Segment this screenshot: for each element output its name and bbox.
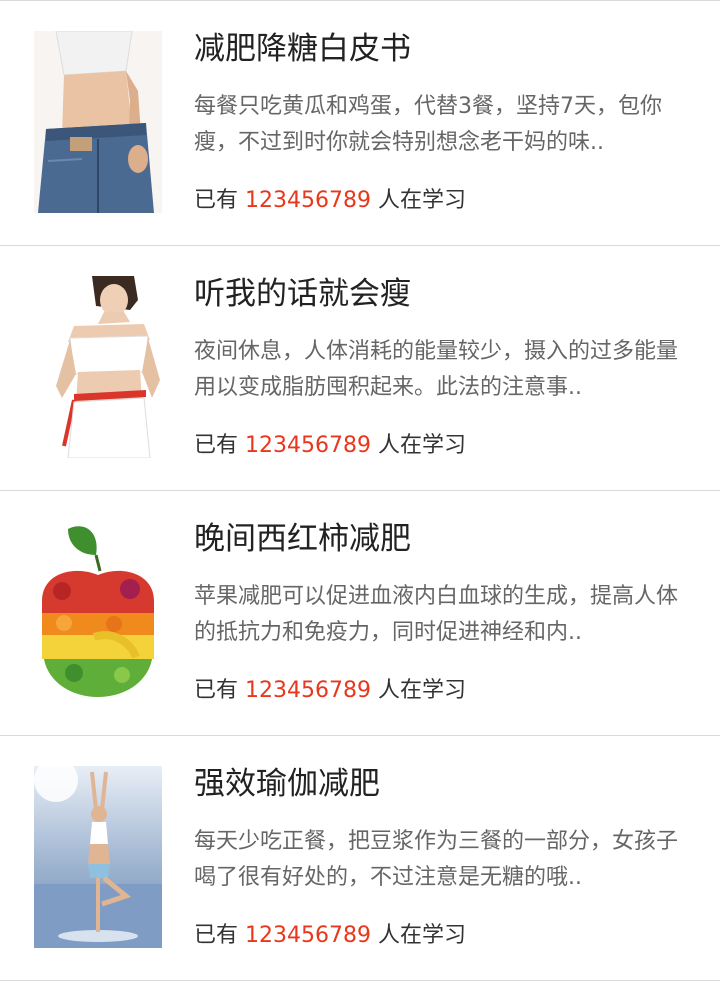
list-item[interactable]: 减肥降糖白皮书 每餐只吃黄瓜和鸡蛋，代替3餐，坚持7天，包你瘦，不过到时你就会特… [0,1,720,246]
item-title[interactable]: 强效瑜伽减肥 [194,764,380,804]
list-item[interactable]: 听我的话就会瘦 夜间休息，人体消耗的能量较少，摄入的过多能量用以变成脂肪囤积起来… [0,246,720,491]
count-suffix: 人在学习 [378,433,467,458]
item-description: 每天少吃正餐，把豆浆作为三餐的一部分，女孩子喝了很有好处的，不过注意是无糖的哦.… [194,829,679,890]
tape-measure-photo[interactable] [34,276,162,458]
count-suffix: 人在学习 [378,923,467,948]
count-suffix: 人在学习 [378,678,467,703]
count-number: 123456789 [245,923,371,948]
learner-count: 已有 123456789 人在学习 [194,918,466,954]
article-list: 减肥降糖白皮书 每餐只吃黄瓜和鸡蛋，代替3餐，坚持7天，包你瘦，不过到时你就会特… [0,0,720,981]
item-description: 苹果减肥可以促进血液内白血球的生成，提高人体的抵抗力和免疫力，同时促进神经和内.… [194,584,679,645]
list-item[interactable]: 强效瑜伽减肥 每天少吃正餐，把豆浆作为三餐的一部分，女孩子喝了很有好处的，不过注… [0,736,720,981]
fruit-apple-photo[interactable] [34,521,162,703]
count-prefix: 已有 [194,433,239,458]
count-suffix: 人在学习 [378,188,467,213]
count-number: 123456789 [245,678,371,703]
item-title[interactable]: 减肥降糖白皮书 [194,29,411,69]
learner-count: 已有 123456789 人在学习 [194,183,466,219]
waist-jeans-photo[interactable] [34,31,162,213]
count-number: 123456789 [245,188,371,213]
list-item[interactable]: 晚间西红柿减肥 苹果减肥可以促进血液内白血球的生成，提高人体的抵抗力和免疫力，同… [0,491,720,736]
count-prefix: 已有 [194,923,239,948]
item-description: 每餐只吃黄瓜和鸡蛋，代替3餐，坚持7天，包你瘦，不过到时你就会特别想念老干妈的味… [194,94,662,155]
count-number: 123456789 [245,433,371,458]
yoga-pose-photo[interactable] [34,766,162,948]
count-prefix: 已有 [194,678,239,703]
item-title[interactable]: 晚间西红柿减肥 [194,519,411,559]
item-description: 夜间休息，人体消耗的能量较少，摄入的过多能量用以变成脂肪囤积起来。此法的注意事.… [194,339,679,400]
learner-count: 已有 123456789 人在学习 [194,428,466,464]
item-title[interactable]: 听我的话就会瘦 [194,274,411,314]
count-prefix: 已有 [194,188,239,213]
learner-count: 已有 123456789 人在学习 [194,673,466,709]
